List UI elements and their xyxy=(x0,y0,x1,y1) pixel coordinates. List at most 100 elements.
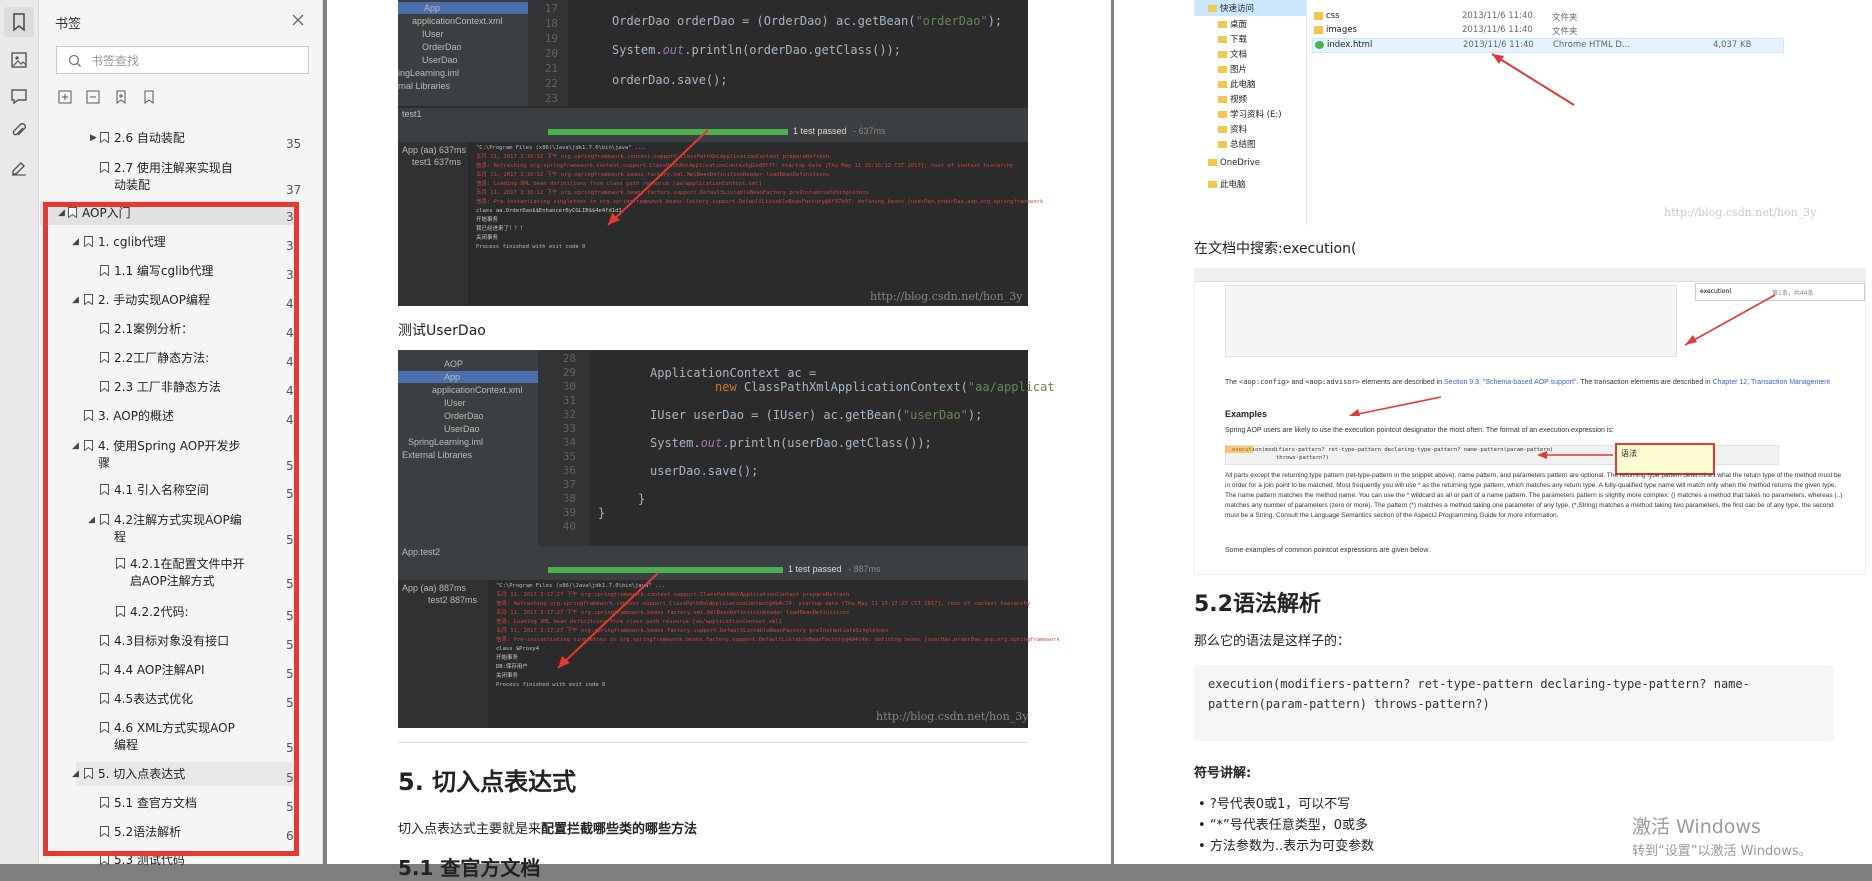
line-number: 29 xyxy=(562,366,576,379)
line-number: 35 xyxy=(562,450,576,463)
code-line: ApplicationContext ac = xyxy=(650,366,817,380)
file-type: 文件夹 xyxy=(1552,27,1578,37)
folder-icon xyxy=(1218,51,1227,58)
comment-icon[interactable] xyxy=(9,86,29,106)
folder-icon xyxy=(1218,21,1227,28)
line-number: 28 xyxy=(562,352,576,365)
bookmark-icon[interactable] xyxy=(140,88,158,106)
explorer-screenshot: 快速访问 桌面 下载 文档 图片 此电脑 视频 学习资料 (E:) 资料 总结图 OneDrive 此… xyxy=(1194,0,1834,225)
run-toolbar: 1 test passed - 887ms xyxy=(398,560,1028,580)
file-date: 2013/11/6 11:40 xyxy=(1462,25,1533,35)
code-line: IUser userDao = (IUser) ac.getBean("user… xyxy=(650,408,983,422)
caption: 在文档中搜索:execution( xyxy=(1194,241,1357,257)
nav-item[interactable]: 文档 xyxy=(1218,48,1247,60)
annotation-highlight-box xyxy=(43,202,299,856)
folder-icon xyxy=(1208,181,1217,188)
paragraph: 那么它的语法是这样子的： xyxy=(1194,634,1351,649)
folder-icon xyxy=(1218,111,1227,118)
ide-screenshot-1: App applicationContext.xml IUser OrderDa… xyxy=(398,0,1043,306)
section-heading: 5.1 查官方文档 xyxy=(398,856,541,880)
line-number: 40 xyxy=(562,520,576,533)
search-input[interactable] xyxy=(89,51,303,71)
list-item: • “*”号代表任意类型，0或多 xyxy=(1198,818,1369,833)
expand-arrow-icon[interactable]: ▶ xyxy=(90,130,97,147)
file-name: images xyxy=(1326,25,1357,35)
folder-icon xyxy=(1314,12,1323,20)
panel-title: 书签 xyxy=(55,17,82,32)
line-number: 34 xyxy=(562,436,576,449)
activation-watermark: 转到“设置”以激活 Windows。 xyxy=(1632,844,1812,859)
folder-icon xyxy=(1208,5,1217,12)
syntax-code-block: execution(modifiers-pattern? ret-type-pa… xyxy=(1194,665,1834,741)
ide-screenshot-2: AOP App applicationContext.xml IUser Ord… xyxy=(398,350,1060,728)
sidebar-rail xyxy=(0,0,39,864)
red-arrow xyxy=(607,129,709,226)
line-number: 38 xyxy=(562,492,576,505)
bookmark-icon[interactable] xyxy=(4,7,34,37)
code-line: userDao.save(); xyxy=(650,464,759,478)
console-output: "C:\Program Files (x86)\Java\jdk1.7.0\bi… xyxy=(476,145,1044,250)
nav-item[interactable]: OneDrive xyxy=(1208,158,1260,168)
paragraph: 切入点表达式主要就是来配置拦截哪些类的哪些方法 xyxy=(398,822,698,837)
pdf-page-right: 快速访问 桌面 下载 文档 图片 此电脑 视频 学习资料 (E:) 资料 总结图 OneDrive 此… xyxy=(1114,0,1872,864)
line-number: 30 xyxy=(562,380,576,393)
subheading: 符号讲解: xyxy=(1194,766,1252,781)
section-heading: 5. 切入点表达式 xyxy=(398,768,577,796)
nav-item[interactable]: 学习资料 (E:) xyxy=(1218,108,1282,120)
red-arrow xyxy=(1537,451,1613,459)
code-line: new ClassPathXmlApplicationContext("aa/a… xyxy=(715,380,1055,394)
section-heading: 5.2语法解析 xyxy=(1194,592,1321,617)
caption: 测试UserDao xyxy=(398,323,486,339)
file-row[interactable]: css 2013/11/6 11:40 文件夹 xyxy=(1312,10,1782,23)
file-size: 4,037 KB xyxy=(1713,40,1752,50)
file-date: 2013/11/6 11:40 xyxy=(1462,11,1533,21)
code-line: orderDao.save(); xyxy=(612,73,728,87)
line-number: 33 xyxy=(562,422,576,435)
line-number: 36 xyxy=(562,464,576,477)
pdf-page-left: App applicationContext.xml IUser OrderDa… xyxy=(327,0,1111,880)
red-arrow xyxy=(1491,53,1575,106)
project-tree: App applicationContext.xml IUser OrderDa… xyxy=(398,0,528,106)
attachment-icon[interactable] xyxy=(9,121,29,141)
line-number: 39 xyxy=(562,506,576,519)
close-icon[interactable] xyxy=(291,12,305,26)
nav-item[interactable]: 图片 xyxy=(1218,63,1247,75)
file-name: css xyxy=(1326,11,1340,21)
bookmark-search xyxy=(56,46,309,74)
browser-screenshot: execution( 第1条，共44条 The <aop:config> and… xyxy=(1194,268,1866,575)
folder-icon xyxy=(1314,26,1323,34)
folder-icon xyxy=(1218,66,1227,73)
collapse-icon[interactable] xyxy=(84,88,102,106)
nav-item[interactable]: 视频 xyxy=(1218,93,1247,105)
nav-item[interactable]: 总结图 xyxy=(1218,138,1256,150)
red-arrow xyxy=(557,572,659,669)
folder-icon xyxy=(1218,141,1227,148)
list-item: • ?号代表0或1，可以不写 xyxy=(1198,797,1351,812)
file-row[interactable]: images 2013/11/6 11:40 文件夹 xyxy=(1312,24,1782,37)
nav-item[interactable]: 此电脑 xyxy=(1208,178,1246,190)
expand-icon[interactable] xyxy=(56,88,74,106)
nav-item[interactable]: 桌面 xyxy=(1218,18,1247,30)
project-tree: AOP App applicationContext.xml IUser Ord… xyxy=(398,350,538,550)
line-number: 37 xyxy=(562,478,576,491)
folder-icon xyxy=(1218,126,1227,133)
add-bookmark-icon[interactable] xyxy=(112,88,130,106)
folder-icon xyxy=(1218,81,1227,88)
bookmark-icon xyxy=(100,162,109,173)
red-arrow xyxy=(1349,396,1442,416)
line-number: 31 xyxy=(562,394,576,407)
nav-item[interactable]: 此电脑 xyxy=(1218,78,1256,90)
nav-item[interactable]: 资料 xyxy=(1218,123,1247,135)
folder-icon xyxy=(1218,36,1227,43)
list-item: • 方法参数为..表示为可变参数 xyxy=(1198,839,1375,854)
nav-item[interactable]: 下载 xyxy=(1218,33,1247,45)
line-number: 32 xyxy=(562,408,576,421)
chrome-html-icon xyxy=(1315,41,1324,49)
signature-icon[interactable] xyxy=(9,157,29,177)
file-type: Chrome HTML D... xyxy=(1553,40,1631,50)
nav-item[interactable]: 快速访问 xyxy=(1208,2,1254,14)
activation-watermark: 激活 Windows xyxy=(1632,816,1761,838)
file-type: 文件夹 xyxy=(1552,13,1578,23)
doc-paragraph: The <aop:config> and <aop:advisor> eleme… xyxy=(1225,378,1831,386)
image-icon[interactable] xyxy=(9,50,29,70)
